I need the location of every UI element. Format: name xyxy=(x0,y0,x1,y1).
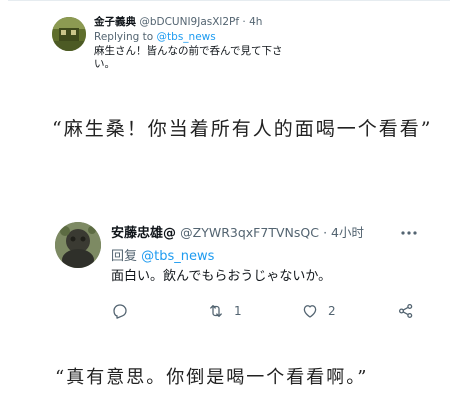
mention-link[interactable]: @tbs_news xyxy=(157,31,216,43)
user-handle[interactable]: @bDCUNI9JasXl2Pf xyxy=(139,16,239,28)
more-icon[interactable] xyxy=(400,226,418,240)
replying-prefix: 回复 xyxy=(111,249,142,264)
like-button[interactable]: 2 xyxy=(301,300,336,322)
timestamp[interactable]: · 4h xyxy=(242,16,262,28)
translation-caption: “真有意思。你倒是喝一个看看啊。” xyxy=(55,367,369,388)
like-count: 2 xyxy=(328,304,336,318)
avatar[interactable] xyxy=(55,222,101,268)
retweet-icon xyxy=(210,305,222,317)
reply-icon xyxy=(113,304,127,319)
display-name[interactable]: 安藤忠雄@ xyxy=(111,226,176,241)
top-divider xyxy=(8,0,450,1)
translation-caption: “麻生桑！你当着所有人的面喝一个看看” xyxy=(52,118,433,140)
tweet-text: 面白い。飲んでもらおうじゃないか。 xyxy=(111,269,332,284)
tweet-header: 安藤忠雄@ @ZYWR3qxF7TVNsQC · 4小时 xyxy=(111,224,364,243)
tweet-actions: 1 2 xyxy=(111,300,421,322)
replying-to: Replying to @tbs_news xyxy=(94,30,216,44)
tweet-text: 麻生さん！皆んなの前で呑んで見て下さい。 xyxy=(94,45,283,70)
replying-to: 回复 @tbs_news xyxy=(111,248,214,266)
display-name[interactable]: 金子義典 xyxy=(94,16,136,28)
avatar[interactable] xyxy=(52,17,86,51)
timestamp[interactable]: · 4小时 xyxy=(323,225,364,240)
retweet-count: 1 xyxy=(234,304,242,318)
replying-prefix: Replying to xyxy=(94,31,157,43)
retweet-button[interactable]: 1 xyxy=(207,300,242,322)
user-handle[interactable]: @ZYWR3qxF7TVNsQC xyxy=(180,225,319,240)
share-icon xyxy=(398,303,413,319)
share-button[interactable] xyxy=(397,300,415,322)
mention-link[interactable]: @tbs_news xyxy=(141,249,214,264)
tweet-header: 金子義典 @bDCUNI9JasXl2Pf · 4h xyxy=(94,15,262,29)
reply-button[interactable] xyxy=(111,300,129,322)
heart-icon xyxy=(303,305,317,318)
